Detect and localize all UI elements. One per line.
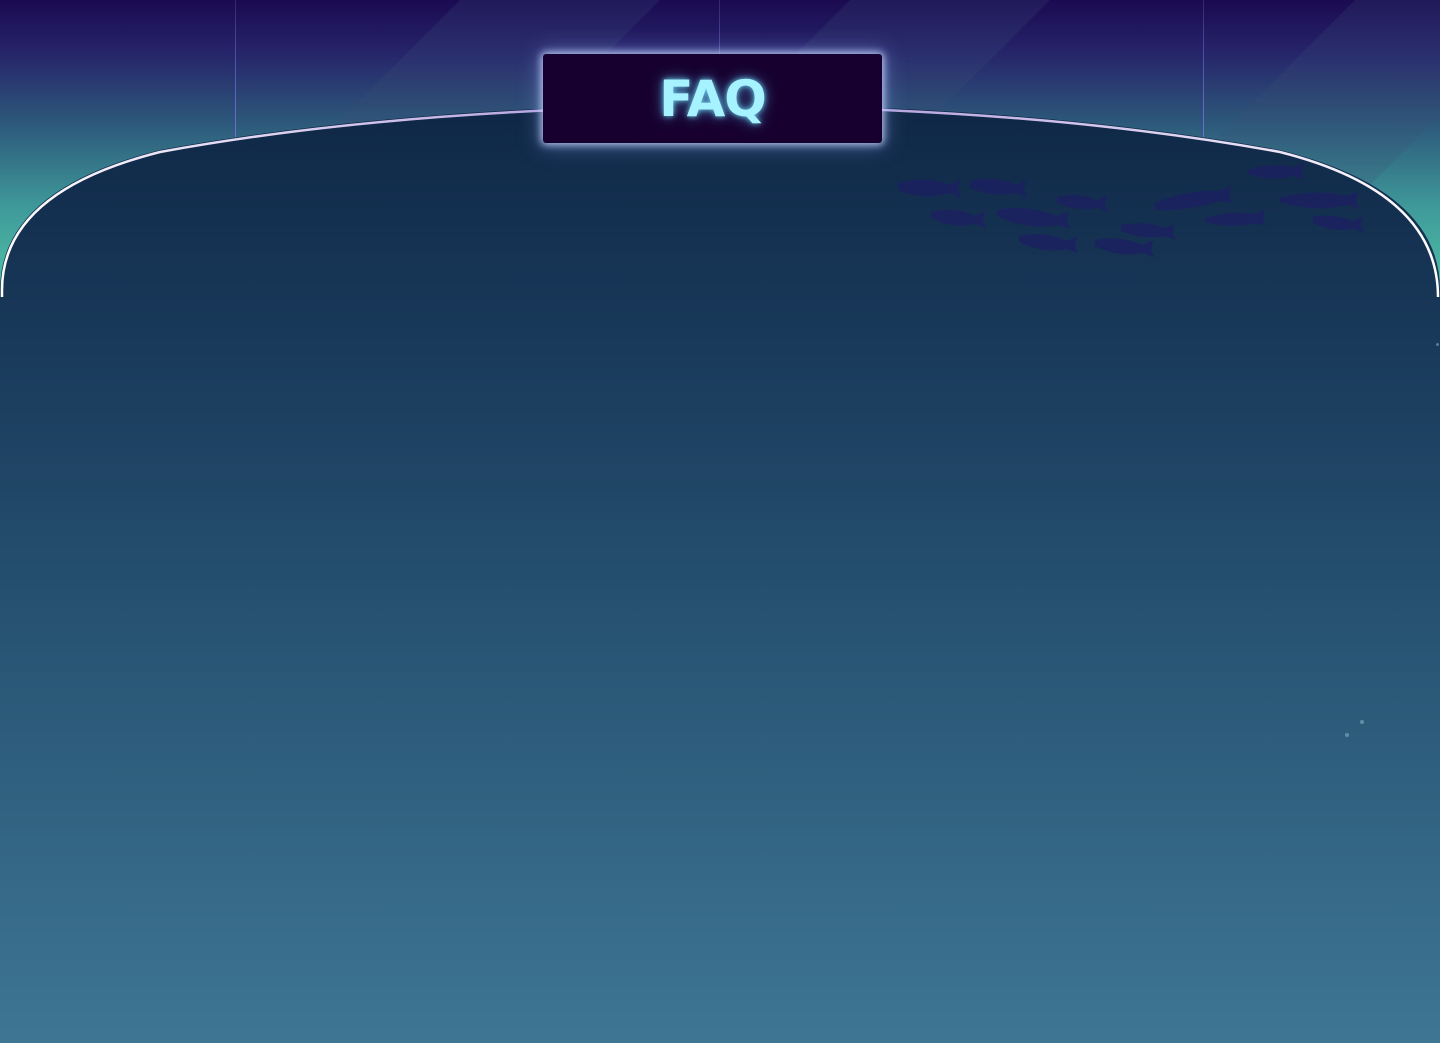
page-title: FAQ	[659, 69, 767, 128]
faq-header-badge: FAQ	[543, 54, 882, 143]
bubble-icon	[1360, 720, 1364, 724]
panel-body	[0, 104, 1440, 1043]
bubble-icon	[1345, 733, 1349, 737]
content-panel	[0, 104, 1440, 1043]
bubble-icon	[1436, 343, 1439, 346]
